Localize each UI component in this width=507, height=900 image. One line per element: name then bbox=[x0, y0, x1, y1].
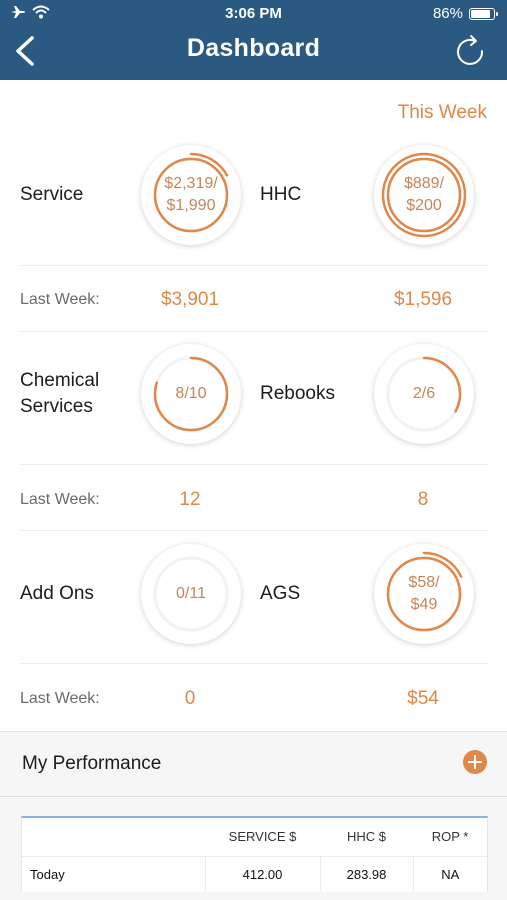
metric-value-line: 2/6 bbox=[412, 385, 436, 402]
metric-value-line: $2,319/ bbox=[164, 175, 218, 192]
table-cell: 283.98 bbox=[319, 855, 413, 892]
metric-value-line: 0/11 bbox=[176, 585, 206, 602]
table-cell: 412.00 bbox=[204, 855, 320, 892]
performance-title: My Performance bbox=[22, 753, 162, 774]
divider bbox=[20, 331, 487, 332]
battery-icon bbox=[469, 7, 498, 20]
last-week-value: $3,901 bbox=[160, 289, 220, 310]
metric-value: 2/6 bbox=[374, 344, 474, 444]
metric-label: Rebooks bbox=[260, 381, 335, 407]
table-header-cell: SERVICE $ bbox=[228, 829, 297, 845]
status-time: 3:06 PM bbox=[225, 5, 282, 22]
metric-value-line: $889/ bbox=[403, 175, 445, 192]
metric-value-line: $58/ bbox=[408, 574, 440, 591]
metric-value-line: $49 bbox=[410, 596, 438, 613]
last-week-label: Last Week: bbox=[20, 291, 100, 308]
metric-value: $58/ $49 bbox=[374, 544, 474, 644]
performance-header: My Performance bbox=[0, 731, 507, 797]
metric-ring[interactable]: $889/ $200 bbox=[374, 145, 474, 245]
metric-label: Chemical Services bbox=[20, 368, 99, 420]
table-header-cell: HHC $ bbox=[346, 829, 386, 845]
table-header-cell: ROP * bbox=[431, 829, 469, 845]
battery-percent: 86% bbox=[432, 5, 463, 22]
last-week-value: $54 bbox=[407, 688, 439, 709]
divider bbox=[20, 663, 487, 664]
metric-label: HHC bbox=[260, 182, 301, 208]
last-week-value: 12 bbox=[179, 489, 201, 510]
last-week-label: Last Week: bbox=[20, 491, 100, 508]
refresh-icon[interactable] bbox=[453, 34, 487, 68]
page-title: Dashboard bbox=[186, 34, 321, 62]
metric-label: Service bbox=[20, 182, 83, 208]
plus-circle-icon[interactable] bbox=[463, 750, 487, 774]
table-cell: NA bbox=[412, 855, 487, 892]
divider bbox=[20, 530, 487, 531]
metric-label-line: Chemical bbox=[20, 370, 100, 391]
last-week-label: Last Week: bbox=[20, 690, 100, 707]
metric-label-line: AGS bbox=[260, 583, 301, 604]
metric-value-line: $1,990 bbox=[166, 197, 216, 214]
divider bbox=[20, 265, 487, 266]
metric-value: $889/ $200 bbox=[374, 145, 474, 245]
metric-value: 0/11 bbox=[141, 544, 241, 644]
divider bbox=[20, 464, 487, 465]
status-bar: 3:06 PM 86% bbox=[0, 0, 507, 28]
metric-label-line: HHC bbox=[260, 184, 302, 205]
period-selector[interactable]: This Week bbox=[398, 102, 487, 124]
table-cell: Today bbox=[22, 855, 205, 892]
metric-ring[interactable]: 2/6 bbox=[374, 344, 474, 444]
metric-label-line: Rebooks bbox=[260, 383, 335, 404]
metric-ring[interactable]: $58/ $49 bbox=[374, 544, 474, 644]
metric-ring[interactable]: $2,319/ $1,990 bbox=[141, 145, 241, 245]
table-row[interactable]: Today 412.00 283.98 NA bbox=[22, 855, 487, 892]
last-week-value: $1,596 bbox=[393, 289, 453, 310]
metric-label-line: Add Ons bbox=[20, 583, 94, 604]
last-week-value: 8 bbox=[417, 489, 429, 510]
metric-label-line: Service bbox=[20, 184, 84, 205]
performance-table: SERVICE $ HHC $ ROP * Today 412.00 283.98 NA bbox=[21, 816, 488, 892]
nav-bar: 3:06 PM 86% Dashboard bbox=[0, 0, 507, 80]
metric-label: AGS bbox=[260, 581, 300, 607]
last-week-value: 0 bbox=[184, 688, 196, 709]
metric-value: $2,319/ $1,990 bbox=[141, 145, 241, 245]
metric-ring[interactable]: 0/11 bbox=[141, 544, 241, 644]
metric-value-line: $200 bbox=[406, 197, 442, 214]
table-header-cell bbox=[22, 818, 205, 856]
metric-label: Add Ons bbox=[20, 581, 94, 607]
metric-ring[interactable]: 8/10 bbox=[141, 344, 241, 444]
metric-value-line: 8/10 bbox=[175, 385, 207, 402]
metric-label-line: Services bbox=[20, 396, 93, 417]
metric-value: 8/10 bbox=[141, 344, 241, 444]
